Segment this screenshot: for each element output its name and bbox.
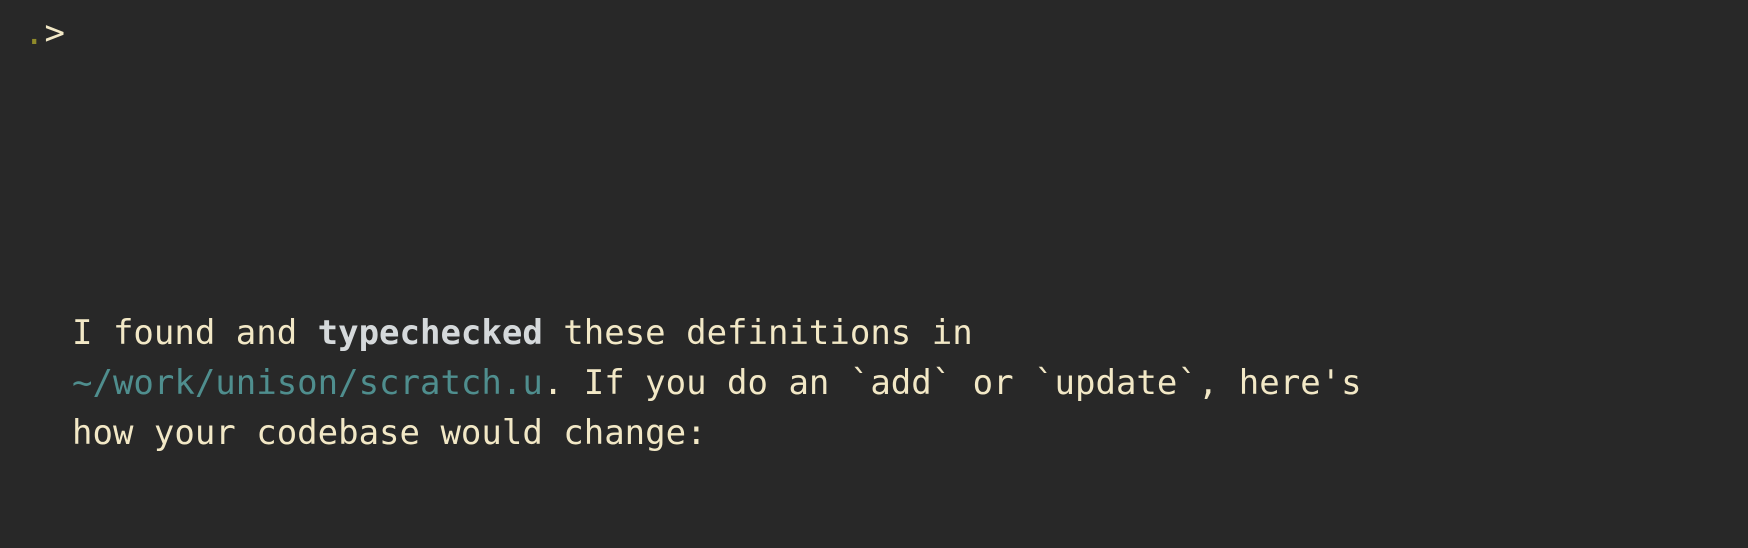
message-line2-suffix: . If you do an `add` or `update`, here's [542, 363, 1362, 403]
command-output: I found and typechecked these definition… [24, 108, 1724, 548]
terminal-window: .> I found and typechecked these definit… [0, 0, 1748, 548]
typecheck-message-paragraph: I found and typechecked these definition… [24, 308, 1724, 458]
scratch-file-path: ~/work/unison/scratch.u [72, 363, 543, 403]
message-line1-prefix: I found and [72, 313, 318, 353]
message-line1-suffix: these definitions in [542, 313, 973, 353]
prompt-caret: > [44, 13, 65, 53]
message-line3: how your codebase would change: [72, 413, 707, 453]
message-emphasis-typechecked: typechecked [317, 313, 543, 353]
prompt-line: .> [24, 8, 65, 58]
prompt-namespace-dot: . [24, 13, 45, 53]
